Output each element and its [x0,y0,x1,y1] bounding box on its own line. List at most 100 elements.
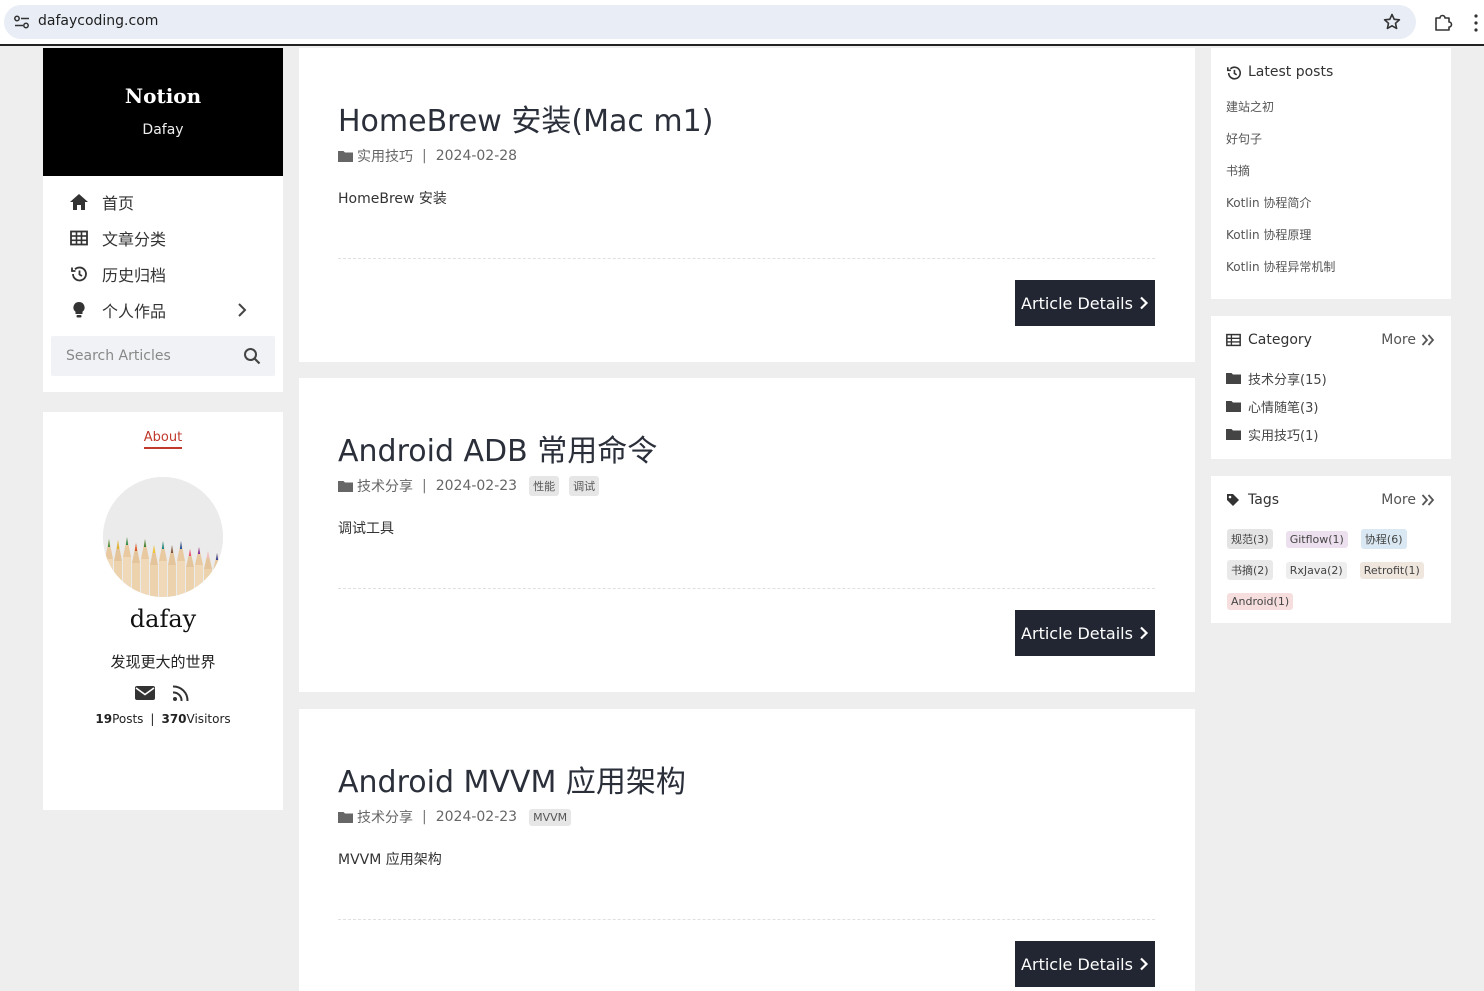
post-meta: 技术分享 | 2024-02-23 MVVM [338,807,572,827]
social-links [43,684,283,702]
post-title[interactable]: HomeBrew 安装(Mac m1) [338,96,713,140]
post-date: 2024-02-28 [435,148,518,164]
meta-separator: | [422,809,427,825]
nav-item-label: 文章分类 [102,230,167,249]
tag-pill[interactable]: 规范(3) [1227,529,1273,549]
site-nav-card: Notion Dafay 首页 文章分类 历史归档 个人作品 [43,48,283,392]
latest-post-link[interactable]: Kotlin 协程简介 [1226,194,1335,226]
latest-post-link[interactable]: 好句子 [1226,130,1335,162]
browser-menu-icon[interactable] [1473,13,1479,33]
category-list: 技术分享(15) 心情随笔(3) 实用技巧(1) [1226,364,1327,448]
category-more-link[interactable]: More [1381,332,1435,348]
post-excerpt: HomeBrew 安装 [338,191,447,207]
double-chevron-right-icon [1421,334,1435,346]
widget-title: Category [1248,332,1312,348]
tag-pill[interactable]: Retrofit(1) [1359,562,1424,579]
extensions-puzzle-icon[interactable] [1432,11,1454,33]
widget-header: Category [1226,332,1312,348]
about-tab[interactable]: About [143,430,183,449]
search-icon[interactable] [243,347,261,365]
search-input[interactable] [51,336,231,376]
tag-pill[interactable]: RxJava(2) [1285,562,1347,579]
meta-separator: | [422,478,427,494]
article-details-button[interactable]: Article Details [1015,610,1155,656]
home-icon [69,193,89,211]
post-category[interactable]: 技术分享 [357,807,413,827]
folder-icon [1226,372,1241,384]
site-subtitle: Dafay [142,122,184,138]
widget-header: Tags [1226,492,1279,508]
post-excerpt: 调试工具 [338,521,394,537]
site-settings-icon[interactable] [13,14,31,30]
post-meta: 实用技巧 | 2024-02-28 [338,146,517,166]
article-details-button[interactable]: Article Details [1015,280,1155,326]
post-title[interactable]: Android MVVM 应用架构 [338,757,686,801]
post-divider [338,588,1155,589]
email-icon[interactable] [134,684,156,702]
latest-post-link[interactable]: 书摘 [1226,162,1335,194]
button-label: Article Details [1021,623,1133,643]
nav-item-archives[interactable]: 历史归档 [43,256,283,292]
more-label: More [1381,332,1416,348]
search-box [51,336,275,376]
folder-icon [1226,400,1241,412]
lightbulb-icon [69,301,89,319]
visitors-count: 370 [161,712,187,726]
post-divider [338,919,1155,920]
button-label: Article Details [1021,293,1133,313]
browser-toolbar: dafaycoding.com [0,0,1484,46]
category-label: 心情随笔(3) [1248,400,1319,416]
nav-item-label: 个人作品 [102,302,167,321]
post-title[interactable]: Android ADB 常用命令 [338,426,657,470]
url-text[interactable]: dafaycoding.com [38,13,158,29]
latest-posts-widget: Latest posts 建站之初 好句子 书摘 Kotlin 协程简介 Kot… [1211,48,1451,299]
tag-pill[interactable]: Android(1) [1227,593,1294,610]
history-icon [1226,65,1242,80]
chevron-right-icon [1139,626,1149,640]
latest-post-link[interactable]: Kotlin 协程异常机制 [1226,258,1335,290]
tag-cloud: 规范(3) Gitflow(1) 协程(6) 书摘(2) RxJava(2) R… [1227,528,1439,620]
double-chevron-right-icon [1421,494,1435,506]
colored-pencils-image [103,477,223,597]
folder-icon [1226,428,1241,440]
post-category[interactable]: 实用技巧 [357,146,413,166]
latest-post-link[interactable]: 建站之初 [1226,98,1335,130]
table-icon [1226,333,1242,347]
tags-widget: Tags More 规范(3) Gitflow(1) 协程(6) 书摘(2) R… [1211,476,1451,623]
post-tag[interactable]: MVVM [529,808,572,826]
post-card: Android MVVM 应用架构 技术分享 | 2024-02-23 MVVM… [299,709,1195,991]
category-item[interactable]: 技术分享(15) [1226,364,1327,392]
site-stats: 19Posts | 370Visitors [43,712,283,726]
article-details-button[interactable]: Article Details [1015,941,1155,987]
widget-title: Tags [1248,492,1279,508]
category-item[interactable]: 心情随笔(3) [1226,392,1327,420]
tags-more-link[interactable]: More [1381,492,1435,508]
post-tag[interactable]: 调试 [569,476,600,496]
tag-icon [1226,493,1242,507]
latest-posts-list: 建站之初 好句子 书摘 Kotlin 协程简介 Kotlin 协程原理 Kotl… [1226,98,1335,290]
site-title[interactable]: Notion [43,84,283,108]
folder-icon [338,150,353,162]
folder-icon [338,811,353,823]
post-tag[interactable]: 性能 [529,476,560,496]
tag-pill[interactable]: Gitflow(1) [1285,531,1348,548]
category-widget: Category More 技术分享(15) 心情随笔(3) 实用技巧(1) [1211,316,1451,459]
post-category[interactable]: 技术分享 [357,476,413,496]
tag-pill[interactable]: 协程(6) [1360,529,1407,549]
more-label: More [1381,492,1416,508]
category-item[interactable]: 实用技巧(1) [1226,420,1327,448]
chevron-right-icon[interactable] [237,302,247,318]
nav-item-label: 历史归档 [102,266,167,285]
widget-header: Latest posts [1226,64,1333,80]
nav-item-home[interactable]: 首页 [43,184,283,220]
address-bar[interactable]: dafaycoding.com [4,5,1416,39]
bookmark-star-icon[interactable] [1382,12,1402,32]
rss-icon[interactable] [170,684,192,702]
latest-post-link[interactable]: Kotlin 协程原理 [1226,226,1335,258]
author-name: dafay [129,605,197,633]
author-motto: 发现更大的世界 [110,653,216,671]
post-date: 2024-02-23 [435,478,518,494]
tag-pill[interactable]: 书摘(2) [1227,560,1273,580]
nav-item-portfolio[interactable]: 个人作品 [43,292,283,328]
nav-item-categories[interactable]: 文章分类 [43,220,283,256]
